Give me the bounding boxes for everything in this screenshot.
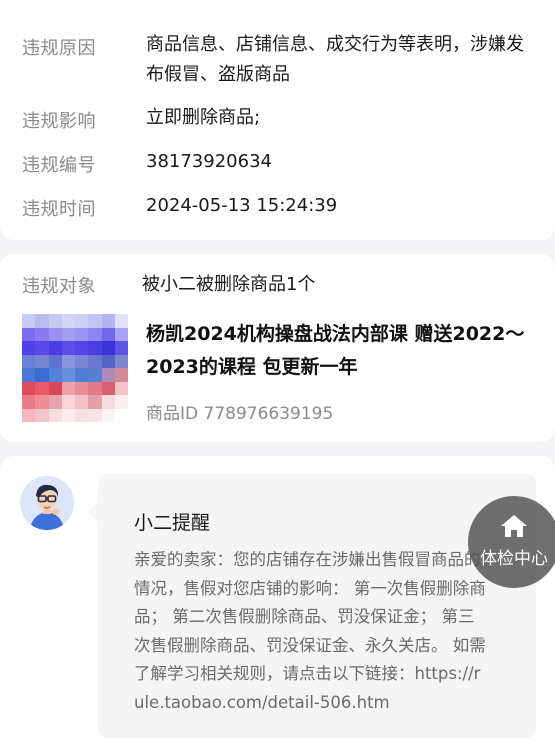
reminder-body: 亲爱的卖家：您的店铺存在涉嫌出售假冒商品的情况，售假对您店铺的影响： 第一次售假… [134, 550, 486, 712]
violation-target-summary: 被小二被删除商品1个 [142, 274, 316, 295]
violation-reason-label: 违规原因 [22, 38, 96, 59]
product-id: 商品ID 778976639195 [146, 404, 334, 424]
violation-impact-value: 立即删除商品; [146, 107, 261, 128]
violation-target-card: 违规对象 被小二被删除商品1个 杨凯2024机构操盘战法内部课 赠送2022～2… [0, 254, 555, 442]
violation-target-label: 违规对象 [22, 276, 96, 297]
reminder-bubble: 小二提醒 亲爱的卖家：您的店铺存在涉嫌出售假冒商品的情况，售假对您店铺的影响： … [88, 474, 536, 738]
health-check-center-label: 体检中心 [480, 549, 548, 569]
violation-time-label: 违规时间 [22, 199, 96, 220]
product-thumbnail[interactable] [22, 314, 128, 422]
violation-number-label: 违规编号 [22, 155, 96, 176]
violation-time-value: 2024-05-13 15:24:39 [146, 195, 338, 216]
violation-reason-value: 商品信息、店铺信息、成交行为等表明，涉嫌发布假冒、盗版商品 [146, 34, 524, 85]
avatar [20, 476, 74, 530]
home-icon [501, 515, 527, 537]
reminder-title: 小二提醒 [134, 512, 211, 534]
reminder-card: 小二提醒 亲爱的卖家：您的店铺存在涉嫌出售假冒商品的情况，售假对您店铺的影响： … [0, 456, 555, 756]
violation-info-card: 违规原因 商品信息、店铺信息、成交行为等表明，涉嫌发布假冒、盗版商品 违规影响 … [0, 0, 555, 240]
product-title[interactable]: 杨凯2024机构操盘战法内部课 赠送2022～2023的课程 包更新一年 [146, 318, 546, 384]
service-agent-icon [20, 476, 74, 530]
violation-number-value: 38173920634 [146, 151, 272, 172]
health-check-center-button[interactable]: 体检中心 [468, 496, 555, 588]
violation-impact-label: 违规影响 [22, 111, 96, 132]
